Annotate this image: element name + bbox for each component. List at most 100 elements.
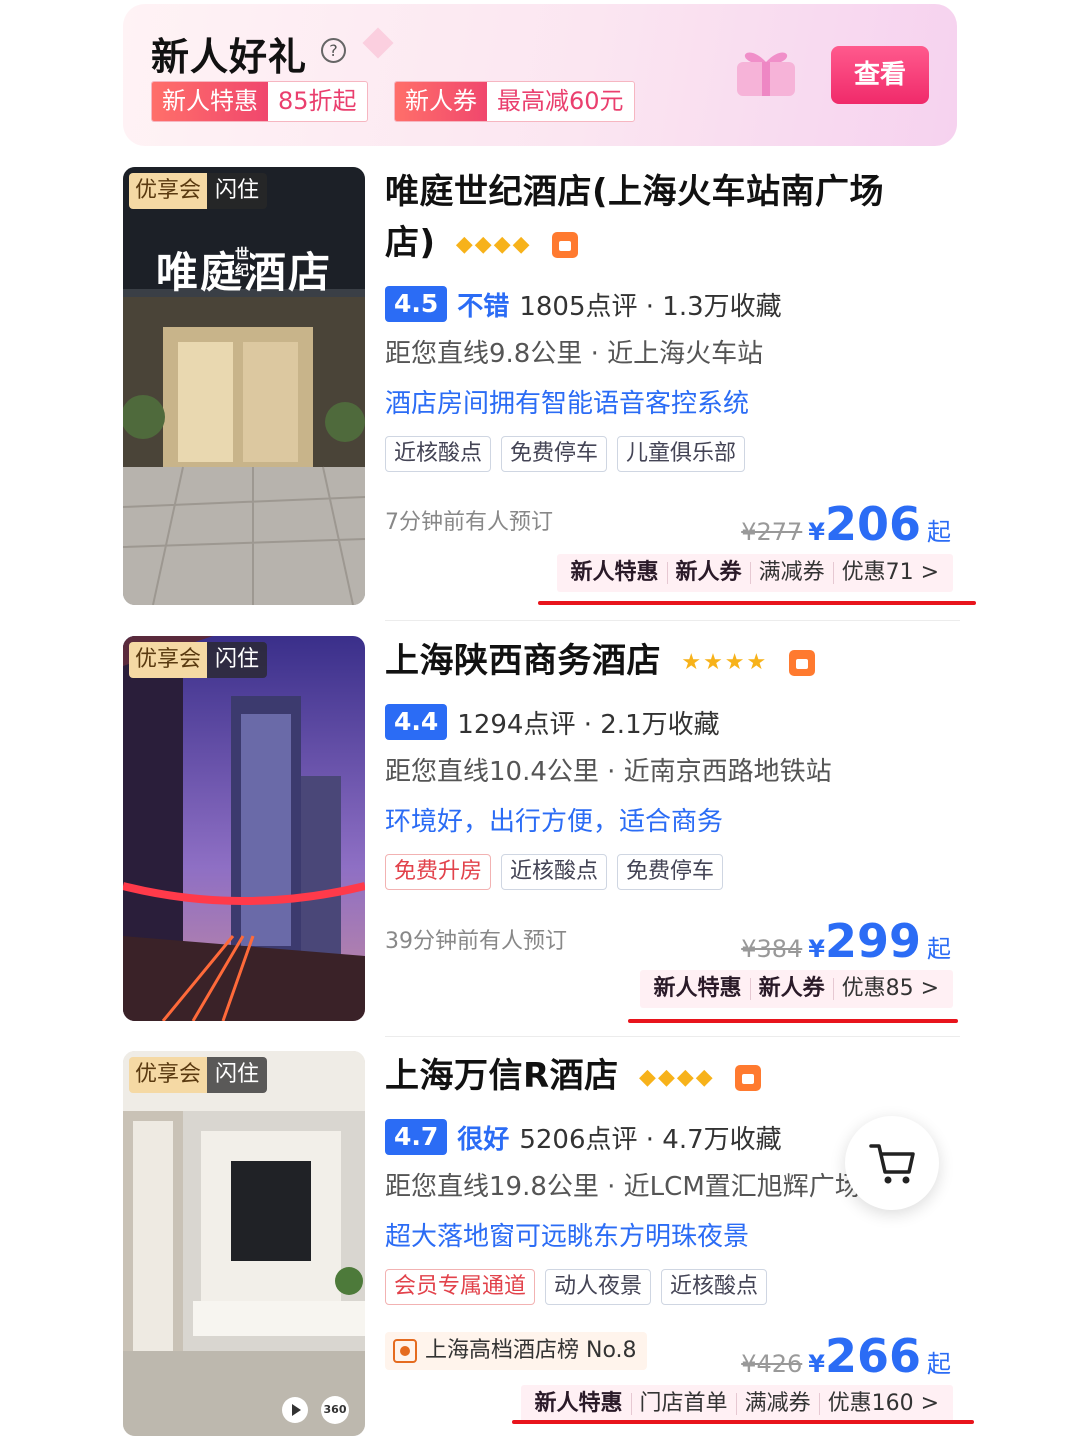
price-suffix: 起 [927,518,951,546]
hotel-card[interactable]: 优享会 闪住 上海陕西商务酒店 ★★★★ 4.4 1294点评 · 2.1万收藏… [123,636,983,1026]
cart-button[interactable] [845,1116,939,1210]
facility-tags: 免费升房 近核酸点 免费停车 [385,854,977,890]
help-icon[interactable]: ? [321,38,346,63]
thumbs-up-icon [551,231,578,258]
promo-strip[interactable]: 新人特惠 门店首单 满减券 优惠160 > [520,1385,953,1423]
score-badge: 4.5 [385,286,448,322]
new-user-promo-banner[interactable]: 新人好礼 ? 新人特惠 85折起 新人券 最高减60元 查看 [123,4,957,146]
facility-tag: 免费停车 [617,854,724,890]
promo-tag-new-user-coupon: 新人券 最高减60元 [394,81,635,122]
current-price: ¥299 [808,914,921,968]
promo-strip[interactable]: 新人特惠 新人券 满减券 优惠71 > [556,554,953,592]
price-block[interactable]: ¥277 ¥206 起 [741,497,951,551]
hotel-title-line: 店) [385,223,436,263]
hotel-photo[interactable]: 优享会 闪住 360 [123,1051,365,1436]
member-badge: 优享会 闪住 [129,173,268,209]
facility-tag: 会员专属通道 [385,1269,536,1305]
facility-tag: 免费升房 [385,854,492,890]
card-divider [385,1036,960,1037]
facility-tag: 免费停车 [501,436,608,472]
thumbs-up-icon [735,1064,762,1091]
promo-tag-key: 新人特惠 [152,82,268,121]
hotel-title-line: 唯庭世纪酒店(上海火车站南广场 [385,172,885,212]
recent-booking-text: 7分钟前有人预订 [385,510,553,535]
promo-discount-link[interactable]: 优惠85 > [834,978,947,1000]
red-underline-annotation [628,1019,958,1023]
promo-item: 新人券 [751,978,834,1000]
score-word: 很好 [457,1124,510,1155]
hotel-card[interactable]: 优享会 闪住 360 上海万信R酒店 ◆◆◆◆ 4.7 很好 5206点评 · … [123,1051,983,1440]
hotel-list-page: 新人好礼 ? 新人特惠 85折起 新人券 最高减60元 查看 世纪 优享会 闪住… [0,0,1080,1440]
score-badge: 4.7 [385,1119,448,1155]
price-value: 206 [824,497,921,551]
score-badge: 4.4 [385,704,448,740]
hotel-room-image [123,1051,365,1436]
promo-discount-link[interactable]: 优惠160 > [820,1393,947,1415]
member-badge: 优享会 闪住 [129,642,268,678]
hotel-night-image [123,636,365,1021]
diamond-rating-icon: ◆◆◆◆ [455,232,532,257]
star-rating-icon: ★★★★ [681,650,769,675]
badge-flash-stay: 闪住 [207,1057,268,1093]
badge-flash-stay: 闪住 [207,642,268,678]
promo-item: 新人特惠 [527,1393,632,1415]
badge-member: 优享会 [129,173,208,209]
promo-item: 门店首单 [632,1393,737,1415]
hotel-title[interactable]: 上海万信R酒店 ◆◆◆◆ [385,1051,977,1103]
recent-booking-text: 39分钟前有人预订 [385,929,567,954]
hotel-title[interactable]: 唯庭世纪酒店(上海火车站南广场 店) ◆◆◆◆ [385,167,977,270]
currency-symbol: ¥ [808,518,825,546]
current-price: ¥266 [808,1329,921,1383]
badge-flash-stay: 闪住 [207,173,268,209]
facility-tag: 近核酸点 [661,1269,768,1305]
cart-icon [869,1144,915,1184]
promo-strip[interactable]: 新人特惠 新人券 优惠85 > [639,970,953,1008]
thumbs-up-icon [788,649,815,676]
original-price: ¥426 [741,1350,803,1378]
hotel-info: 上海陕西商务酒店 ★★★★ 4.4 1294点评 · 2.1万收藏 距您直线10… [385,636,977,968]
hotel-sign-small-text: 世纪 [234,247,250,279]
highlight-text: 环境好，出行方便，适合商务 [385,807,724,837]
highlight-text: 酒店房间拥有智能语音客控系统 [385,389,750,419]
price-value: 299 [824,914,921,968]
hotel-card[interactable]: 唯庭酒店 世纪 优享会 闪住 唯庭世纪酒店(上海火车站南广场 店) ◆◆◆◆ 4… [123,167,983,607]
price-value: 266 [824,1329,921,1383]
red-underline-annotation [538,601,976,605]
view-button[interactable]: 查看 [831,46,929,104]
review-count[interactable]: 1294点评 · 2.1万收藏 [457,704,719,741]
hotel-info: 唯庭世纪酒店(上海火车站南广场 店) ◆◆◆◆ 4.5 不错 1805点评 · … [385,167,977,551]
promo-item: 满减券 [751,562,834,584]
card-divider [385,620,960,621]
hotel-title[interactable]: 上海陕西商务酒店 ★★★★ [385,636,977,688]
promo-item: 新人特惠 [646,978,751,1000]
gift-icon [737,52,795,96]
currency-symbol: ¥ [808,935,825,963]
ranking-text: 上海高档酒店榜 No.8 [425,1338,637,1363]
diamond-decoration-icon [362,27,394,59]
hotel-photo[interactable]: 唯庭酒店 世纪 优享会 闪住 [123,167,365,605]
currency-symbol: ¥ [808,1350,825,1378]
current-price: ¥206 [808,497,921,551]
hotel-photo[interactable]: 优享会 闪住 [123,636,365,1021]
review-count[interactable]: 1805点评 · 1.3万收藏 [519,286,781,323]
ranking-pill[interactable]: 上海高档酒店榜 No.8 [385,1332,647,1370]
original-price: ¥277 [741,518,803,546]
promo-tag-value: 85折起 [278,87,357,115]
badge-member: 优享会 [129,1057,208,1093]
hotel-title-text: 上海陕西商务酒店 [385,641,661,681]
facility-tags: 近核酸点 免费停车 儿童俱乐部 [385,436,977,472]
hotel-title-text: 上海万信R酒店 [385,1056,619,1096]
score-word: 不错 [457,291,510,322]
promo-tag-new-user-deal: 新人特惠 85折起 [151,81,368,122]
promo-tag-value: 最高减60元 [497,87,624,115]
facility-tag: 动人夜景 [545,1269,652,1305]
vr-360-icon[interactable]: 360 [321,1396,349,1424]
review-count[interactable]: 5206点评 · 4.7万收藏 [519,1119,781,1156]
facility-tag: 儿童俱乐部 [617,436,746,472]
price-suffix: 起 [927,935,951,963]
play-icon[interactable] [281,1396,309,1424]
diamond-rating-icon: ◆◆◆◆ [639,1065,715,1090]
price-block[interactable]: ¥384 ¥299 起 [741,914,951,968]
promo-discount-link[interactable]: 优惠71 > [834,562,947,584]
price-block[interactable]: ¥426 ¥266 起 [741,1329,951,1383]
